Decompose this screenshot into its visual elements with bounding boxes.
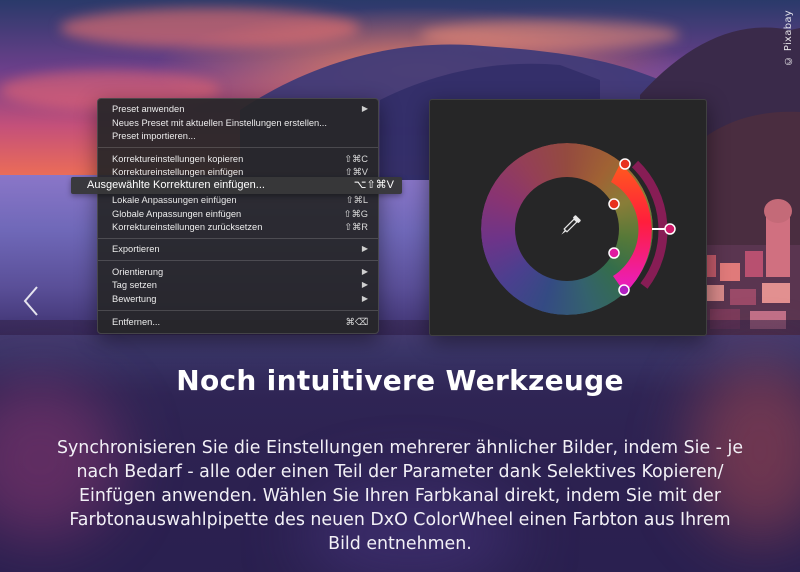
photo-credit: © Pixabay (783, 10, 794, 66)
menu-item-label: Neues Preset mit aktuellen Einstellungen… (112, 118, 327, 128)
menu-item-tag-setzen[interactable]: Tag setzen ▶ (112, 278, 368, 292)
menu-item-label: Bewertung (112, 294, 157, 304)
menu-item-neues-preset[interactable]: Neues Preset mit aktuellen Einstellungen… (112, 116, 368, 130)
menu-item-orientierung[interactable]: Orientierung ▶ (112, 265, 368, 279)
description-line: nach Bedarf - alle oder einen Teil der P… (76, 462, 724, 482)
menu-item-shortcut: ⇧⌘G (343, 209, 368, 219)
context-menu: Preset anwenden ▶ Neues Preset mit aktue… (97, 98, 379, 334)
submenu-arrow-icon: ▶ (361, 244, 368, 253)
hue-lower-handle (608, 247, 620, 259)
menu-item-exportieren[interactable]: Exportieren ▶ (112, 242, 368, 256)
menu-item-bewertung[interactable]: Bewertung ▶ (112, 292, 368, 306)
menu-item-label: Entfernen... (112, 317, 161, 327)
menu-item-label: Korrektureinstellungen kopieren (112, 154, 244, 164)
description: Synchronisieren Sie die Einstellungen me… (20, 436, 780, 556)
headline: Noch intuitivere Werkzeuge (176, 364, 624, 397)
menu-item-globale-anpassungen[interactable]: Globale Anpassungen einfügen ⇧⌘G (112, 207, 368, 221)
menu-item-label: Preset importieren... (112, 131, 196, 141)
range-end-handle (618, 284, 630, 296)
menu-item-label: Orientierung (112, 267, 164, 277)
menu-item-entfernen[interactable]: Entfernen... ⌘⌫ (112, 315, 368, 329)
menu-item-label: Preset anwenden (112, 104, 185, 114)
menu-item-ausgewaehlte-korrekturen-einfuegen[interactable]: Ausgewählte Korrekturen einfügen... ⌥⇧⌘V (71, 177, 402, 194)
range-width-handle (664, 223, 676, 235)
menu-item-label: Exportieren (112, 244, 160, 254)
menu-item-label: Korrektureinstellungen zurücksetzen (112, 222, 263, 232)
menu-item-label: Globale Anpassungen einfügen (112, 209, 242, 219)
menu-separator (98, 310, 378, 311)
submenu-arrow-icon: ▶ (361, 294, 368, 303)
description-line: Einfügen anwenden. Wählen Sie Ihren Farb… (79, 486, 721, 506)
description-line: Synchronisieren Sie die Einstellungen me… (56, 438, 744, 458)
range-start-handle (619, 158, 631, 170)
menu-item-label: Tag setzen (112, 280, 157, 290)
menu-item-shortcut: ⌥⇧⌘V (353, 179, 394, 191)
menu-item-shortcut: ⌘⌫ (345, 317, 368, 327)
submenu-arrow-icon: ▶ (361, 104, 368, 113)
submenu-arrow-icon: ▶ (361, 280, 368, 289)
submenu-arrow-icon: ▶ (361, 267, 368, 276)
menu-separator (98, 260, 378, 261)
menu-item-lokale-anpassungen[interactable]: Lokale Anpassungen einfügen ⇧⌘L (112, 193, 368, 207)
menu-item-preset-importieren[interactable]: Preset importieren... (112, 129, 368, 143)
menu-item-label: Ausgewählte Korrekturen einfügen... (87, 179, 265, 191)
description-line: Farbtonauswahlpipette des neuen DxO Colo… (69, 510, 731, 530)
hue-upper-handle (608, 198, 620, 210)
color-wheel-panel (429, 99, 707, 336)
description-line: Bild entnehmen. (328, 534, 472, 554)
chevron-left-icon[interactable] (22, 284, 42, 318)
menu-separator (98, 147, 378, 148)
color-wheel[interactable] (430, 100, 706, 335)
menu-item-preset-anwenden[interactable]: Preset anwenden ▶ (112, 102, 368, 116)
menu-item-label: Lokale Anpassungen einfügen (112, 195, 237, 205)
menu-item-korrektur-zuruecksetzen[interactable]: Korrektureinstellungen zurücksetzen ⇧⌘R (112, 220, 368, 234)
menu-item-shortcut: ⇧⌘R (344, 222, 368, 232)
menu-item-korrektur-kopieren[interactable]: Korrektureinstellungen kopieren ⇧⌘C (112, 152, 368, 166)
menu-item-shortcut: ⇧⌘L (345, 195, 368, 205)
menu-separator (98, 238, 378, 239)
menu-item-shortcut: ⇧⌘C (344, 154, 368, 164)
